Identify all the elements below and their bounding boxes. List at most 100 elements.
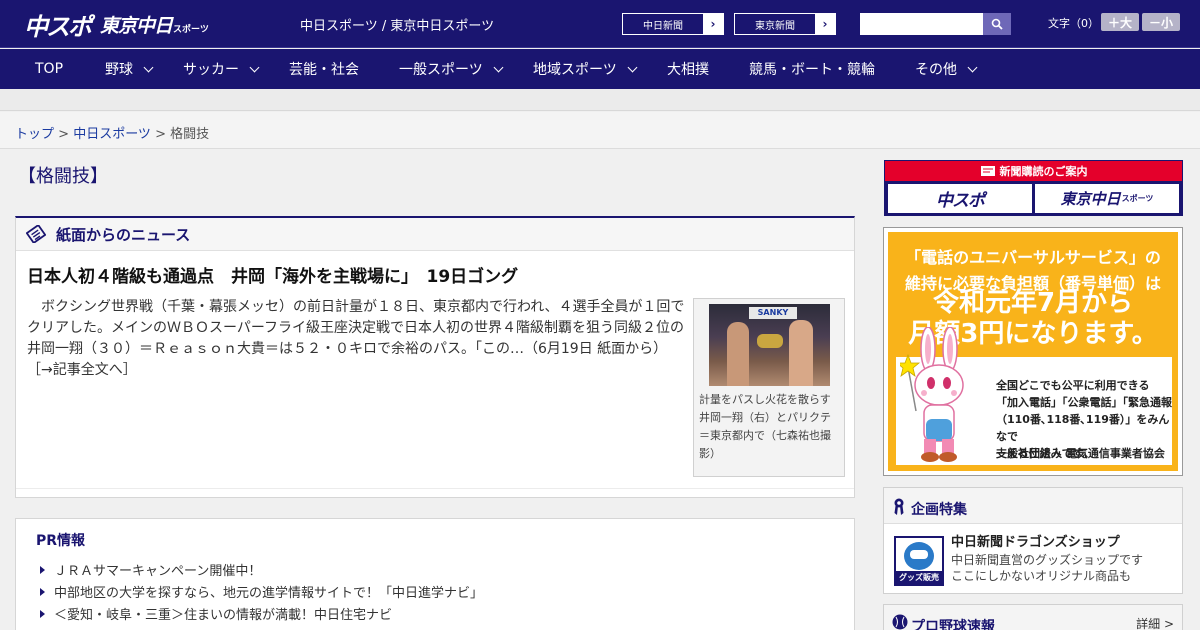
breadcrumb-home[interactable]: トップ [15, 127, 54, 142]
feature-box: 企画特集 グッズ販売中 中日新聞ドラゴンズショップ 中日新聞直営のグッズショップ… [883, 487, 1183, 594]
article-photo-box: SANKY 計量をパスし火花を散らす井岡一翔（右）とパリクテ＝東京都内で（七森祐… [693, 298, 845, 477]
baseball-header: プロ野球速報 詳細 > [884, 605, 1182, 630]
universal-service-ad[interactable]: 「電話のユニバーサルサービス」の 維持に必要な負担額（番号単価）は 令和元年7月か… [883, 227, 1183, 476]
chevron-down-icon [249, 62, 260, 72]
font-smaller-button[interactable]: －小 [1142, 13, 1180, 31]
page-title: 【格闘技】 [18, 166, 108, 187]
chunichi-shimbun-link[interactable]: 中日新聞 › [622, 13, 724, 35]
baseball-scores-box: プロ野球速報 詳細 > [883, 604, 1183, 630]
newspaper-icon [980, 166, 995, 176]
pr-item-label: 中部地区の大学を探すなら、地元の進学情報サイトで！「中日進学ナビ」 [54, 586, 484, 601]
baseball-detail-link[interactable]: 詳細 > [1136, 615, 1174, 630]
subscription-header: 新聞購読のご案内 [885, 161, 1182, 181]
tokyo-chunichi-logo[interactable]: 東京中日スポーツ [100, 11, 209, 38]
feature-title: 企画特集 [911, 502, 967, 518]
article-summary: ボクシング世界戦（千葉・幕張メッセ）の前日計量が１８日、東京都内で行われ、４選手… [27, 299, 685, 357]
shop-desc-line: 中日新聞直営のグッズショップです [951, 553, 1144, 567]
news-panel-header: 紙面からのニュース [16, 218, 854, 251]
breadcrumb: トップ > 中日スポーツ > 格闘技 [15, 123, 209, 142]
tokyo-shimbun-link[interactable]: 東京新聞 › [734, 13, 836, 35]
ad-background: 「電話のユニバーサルサービス」の 維持に必要な負担額（番号単価）は 令和元年7月か… [888, 232, 1178, 471]
nav-regional-sports[interactable]: 地域スポーツ [533, 49, 638, 89]
nav-general-sports[interactable]: 一般スポーツ [399, 49, 504, 89]
search-icon [991, 18, 1003, 30]
pr-item[interactable]: ＜愛知・岐阜・三重＞住まいの情報が満載！中日住宅ナビ [40, 604, 392, 623]
chevron-right-icon: › [703, 14, 723, 34]
dragons-shop-thumbnail[interactable]: グッズ販売中 [894, 536, 944, 586]
nav-sumo[interactable]: 大相撲 [667, 49, 709, 89]
boxer-figure [727, 322, 749, 386]
breadcrumb-bar: トップ > 中日スポーツ > 格闘技 [0, 112, 1200, 149]
subscription-banner: 新聞購読のご案内 中スポ 東京中日 スポーツ [884, 160, 1183, 216]
subscription-header-label: 新聞購読のご案内 [999, 165, 1088, 178]
main-nav: TOP 野球 サッカー 芸能・社会 一般スポーツ 地域スポーツ 大相撲 競馬・ボ… [0, 49, 1200, 89]
nav-label: 大相撲 [667, 62, 709, 78]
pr-item[interactable]: ＪＲＡサマーキャンペーン開催中！ [40, 560, 261, 579]
ad-big-line: 令和元年7月から [932, 288, 1134, 318]
ad-headline: 「電話のユニバーサルサービス」の 維持に必要な負担額（番号単価）は [888, 244, 1178, 294]
nav-other[interactable]: その他 [915, 49, 978, 89]
chevron-right-icon: › [815, 14, 835, 34]
pr-panel: PR情報 ＪＲＡサマーキャンペーン開催中！ 中部地区の大学を探すなら、地元の進学… [15, 518, 855, 630]
breadcrumb-current: 格闘技 [170, 127, 210, 142]
chevron-down-icon [627, 62, 638, 72]
ad-organization: 一般社団法人 電気通信事業者協会 [996, 447, 1165, 460]
site-logo[interactable]: 中スポ 東京中日スポーツ [24, 7, 209, 42]
site-name-link[interactable]: 中日スポーツ / 東京中日スポーツ [300, 15, 494, 34]
ad-info-line: （110番､118番､119番）」をみんなで [996, 413, 1170, 443]
chevron-down-icon [143, 62, 154, 72]
pr-item-label: ＪＲＡサマーキャンペーン開催中！ [54, 564, 262, 579]
championship-belt [757, 334, 783, 348]
baseball-icon [892, 614, 908, 630]
nav-label: 芸能・社会 [289, 62, 359, 78]
article-photo[interactable]: SANKY [709, 304, 830, 386]
read-more-link[interactable]: ［→記事全文へ］ [27, 362, 137, 378]
news-section-title: 紙面からのニュース [56, 225, 191, 244]
triangle-bullet-icon [40, 565, 45, 574]
feature-header: 企画特集 [884, 488, 1182, 524]
nav-label: その他 [915, 62, 957, 78]
chunichi-sports-logo[interactable]: 中スポ [24, 7, 92, 42]
ad-line: 「電話のユニバーサルサービス」の [905, 248, 1161, 267]
newspaper-icon [26, 225, 46, 243]
nav-label: 一般スポーツ [399, 62, 483, 78]
goods-tag: グッズ販売中 [896, 571, 942, 584]
tokyo-shimbun-label: 東京新聞 [755, 20, 795, 32]
ribbon-icon [894, 498, 904, 515]
baseball-title: プロ野球速報 [911, 619, 995, 630]
chevron-down-icon [967, 62, 978, 72]
nav-label: 競馬・ボート・競輪 [749, 62, 875, 78]
dragons-mascot-eyes [910, 550, 928, 559]
nav-soccer[interactable]: サッカー [183, 49, 260, 89]
subscribe-tokyo-label: 東京中日 [1060, 190, 1121, 208]
font-size-label: 文字（0） [1048, 17, 1099, 30]
pr-title: PR情報 [36, 533, 86, 549]
pr-item-label: ＜愛知・岐阜・三重＞住まいの情報が満載！中日住宅ナビ [54, 608, 393, 623]
nav-label: サッカー [183, 62, 239, 78]
chunichi-shimbun-label: 中日新聞 [643, 20, 683, 32]
nav-baseball[interactable]: 野球 [105, 49, 154, 89]
triangle-bullet-icon [40, 587, 45, 596]
photo-caption: 計量をパスし火花を散らす井岡一翔（右）とパリクテ＝東京都内で（七森祐也撮影） [699, 393, 831, 460]
subscribe-tokyo-chunichi-button[interactable]: 東京中日 スポーツ [1035, 184, 1179, 213]
dragons-shop-link[interactable]: 中日新聞ドラゴンズショップ [951, 531, 1120, 550]
panel-divider [16, 488, 854, 489]
dragons-shop-description: 中日新聞直営のグッズショップです ここにしかないオリジナル商品も [951, 552, 1143, 584]
search-button[interactable] [983, 13, 1011, 35]
ad-info-line: 「加入電話」「公衆電話」「緊急通報 [996, 396, 1172, 409]
photo-sponsor-banner: SANKY [749, 307, 797, 319]
nav-entertainment[interactable]: 芸能・社会 [289, 49, 359, 89]
breadcrumb-section[interactable]: 中日スポーツ [73, 127, 151, 142]
bunny-mascot-icon [900, 327, 964, 462]
article-body: ボクシング世界戦（千葉・幕張メッセ）の前日計量が１８日、東京都内で行われ、４選手… [27, 297, 689, 381]
nav-racing[interactable]: 競馬・ボート・競輪 [749, 49, 875, 89]
font-bigger-button[interactable]: ＋大 [1101, 13, 1139, 31]
sub-nav-bar [0, 89, 1200, 111]
nav-top[interactable]: TOP [35, 49, 63, 89]
article-title[interactable]: 日本人初４階級も通過点 井岡「海外を主戦場に」 19日ゴング [27, 262, 518, 287]
subscribe-chunichi-sports-button[interactable]: 中スポ [888, 184, 1032, 213]
pr-item[interactable]: 中部地区の大学を探すなら、地元の進学情報サイトで！「中日進学ナビ」 [40, 582, 483, 601]
shop-desc-line: ここにしかないオリジナル商品も [951, 569, 1132, 583]
search-input[interactable] [860, 13, 983, 35]
boxer-figure [789, 320, 813, 386]
